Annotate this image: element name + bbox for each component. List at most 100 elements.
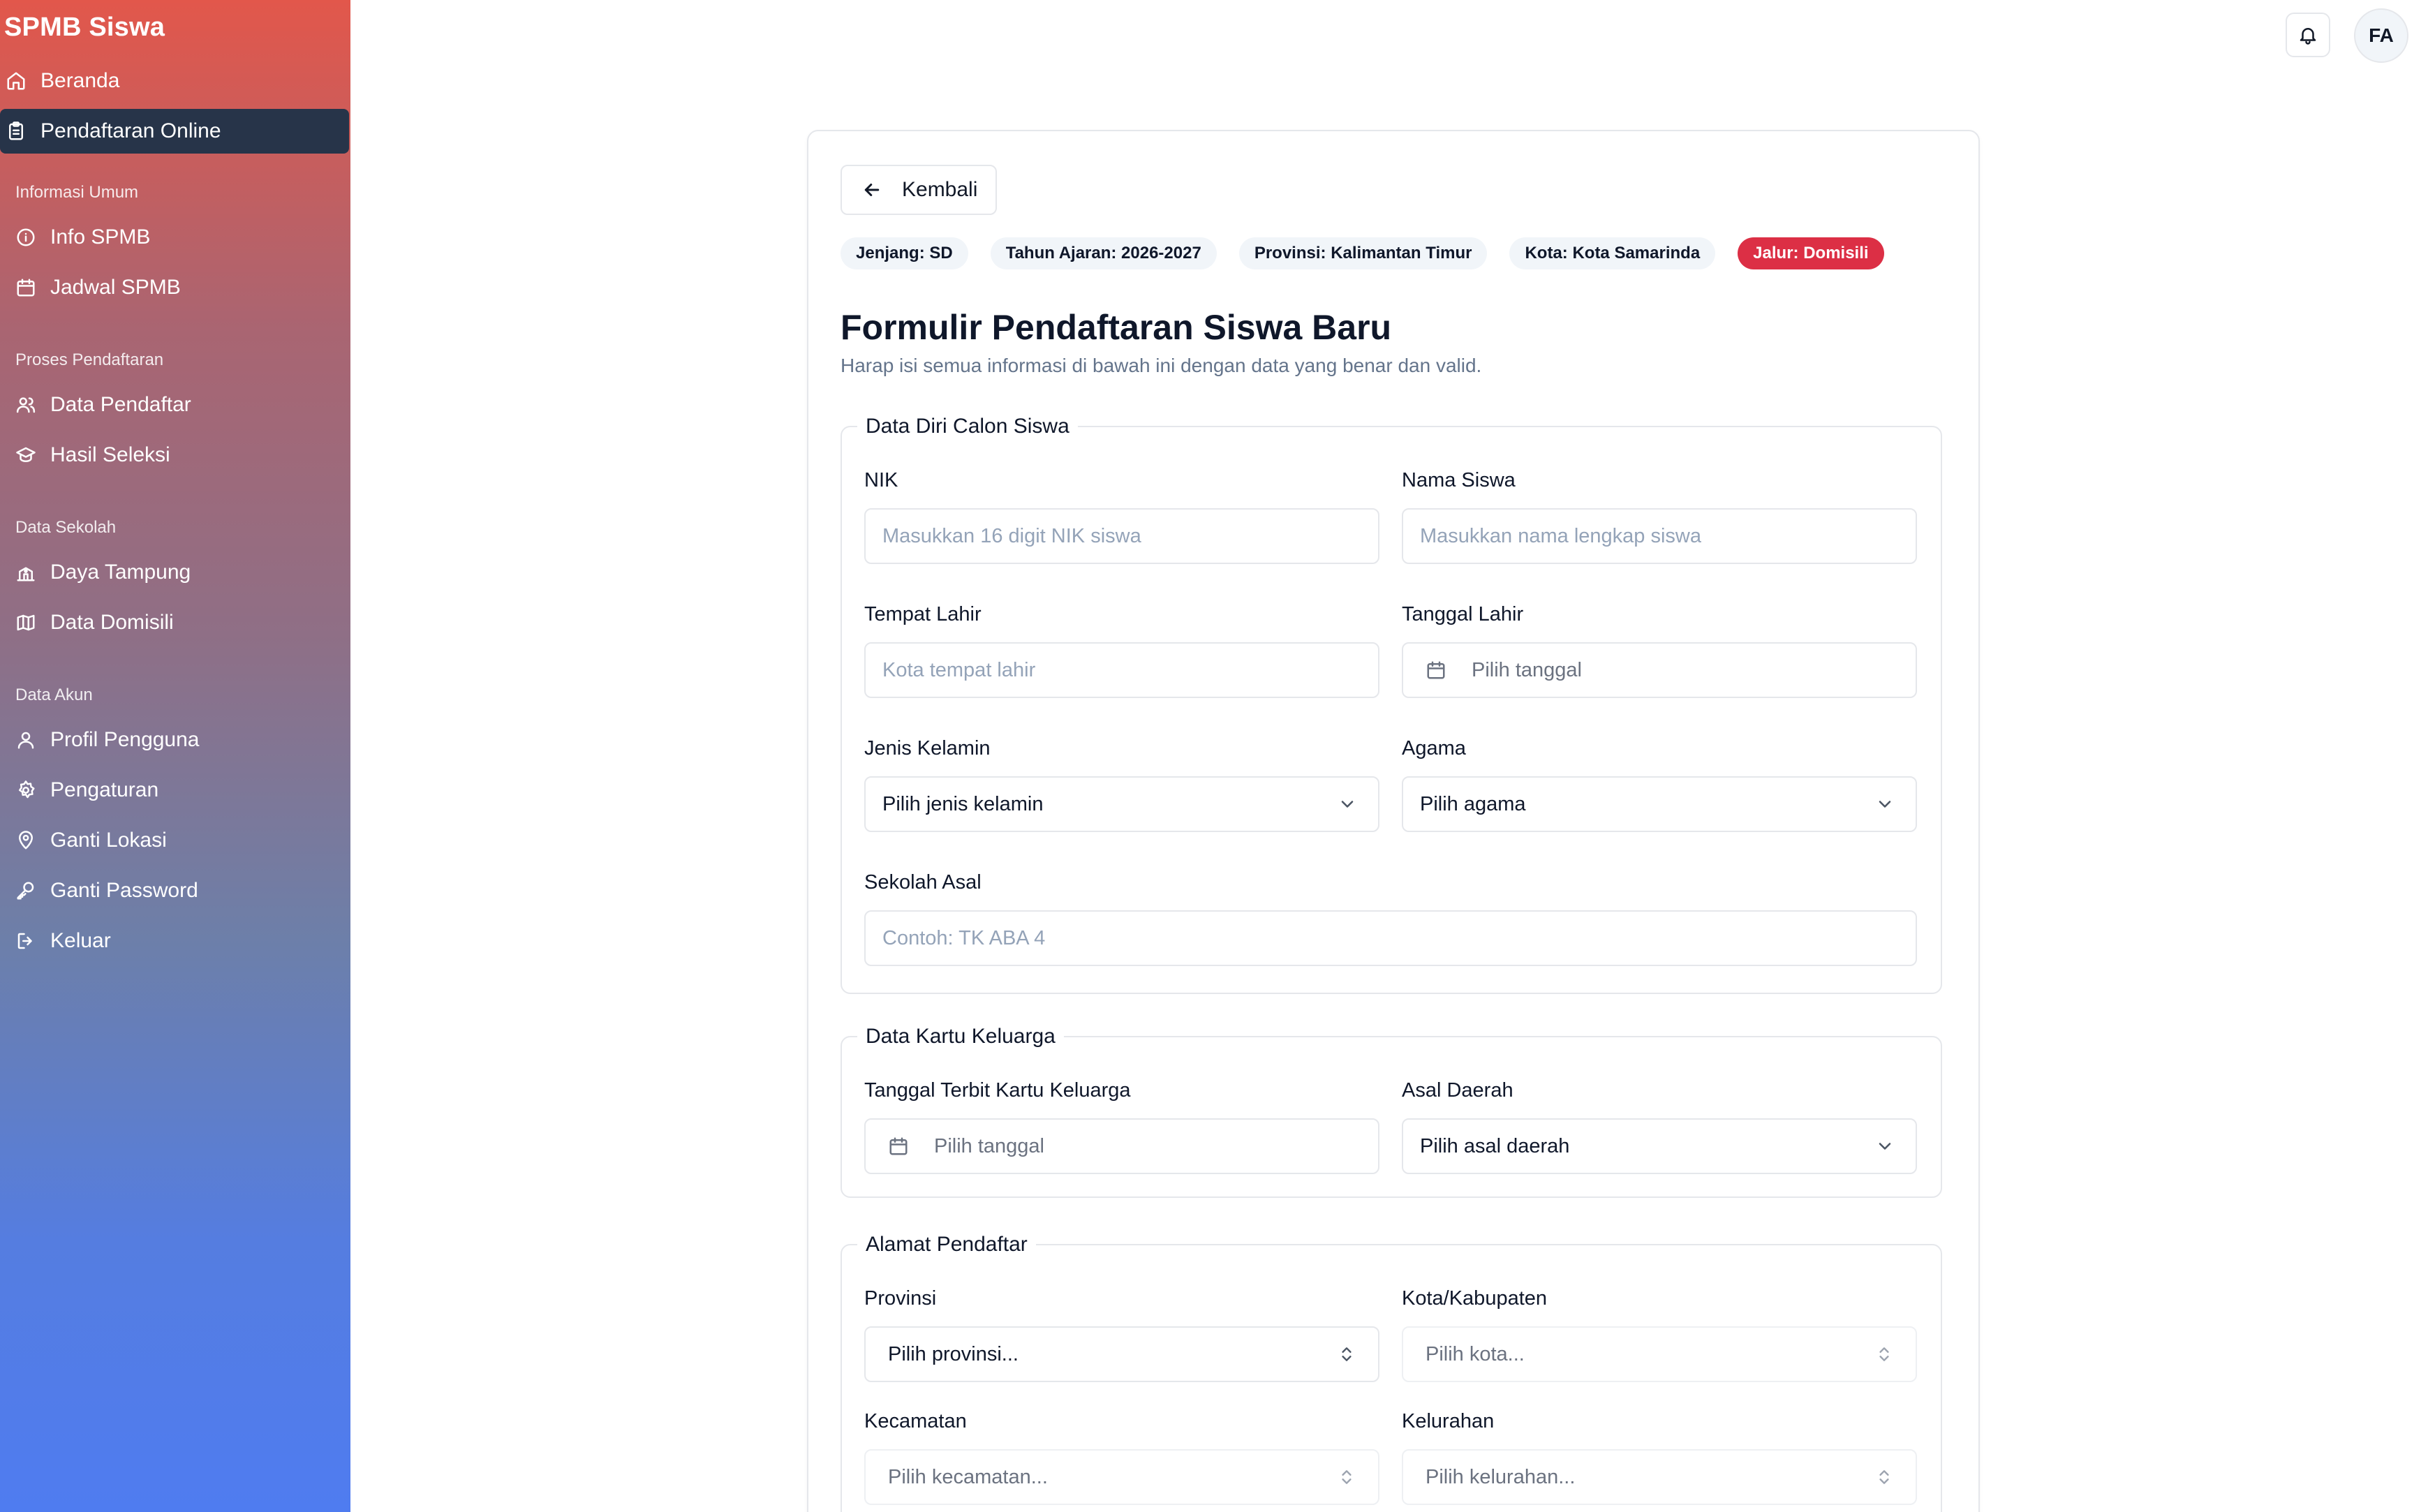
kelurahan-label: Kelurahan — [1402, 1410, 1495, 1432]
sidebar-item-label: Data Pendaftar — [50, 393, 191, 416]
tempat-lahir-field — [864, 642, 1379, 698]
sidebar-item-label: Beranda — [40, 69, 120, 92]
sidebar-item-label: Profil Pengguna — [50, 728, 200, 751]
sidebar-item-label: Jadwal SPMB — [50, 276, 181, 299]
section-label-data-sekolah: Data Sekolah — [15, 518, 117, 537]
sidebar-item-beranda[interactable]: Beranda — [0, 59, 350, 103]
sekolah-asal-input[interactable] — [882, 912, 1916, 965]
asal-daerah-select[interactable]: Pilih asal daerah — [1402, 1118, 1917, 1174]
kelurahan-combobox[interactable]: Pilih kelurahan... — [1402, 1449, 1917, 1505]
nama-siswa-input[interactable] — [1420, 510, 1916, 563]
chip-provinsi: Provinsi: Kalimantan Timur — [1238, 237, 1488, 269]
map-icon — [14, 611, 38, 635]
chevrons-up-down-icon — [1875, 1345, 1893, 1363]
arrow-left-icon — [861, 179, 902, 200]
kelurahan-value: Pilih kelurahan... — [1426, 1465, 1576, 1488]
back-button[interactable]: Kembali — [841, 165, 997, 215]
chevrons-up-down-icon — [1875, 1468, 1893, 1486]
sidebar-item-label: Pengaturan — [50, 778, 159, 801]
sidebar-item-ganti-password[interactable]: Ganti Password — [0, 868, 350, 913]
chevron-down-icon — [1875, 794, 1895, 814]
provinsi-label: Provinsi — [864, 1287, 937, 1310]
home-icon — [4, 69, 28, 93]
fieldset-legend: Data Diri Calon Siswa — [866, 415, 1069, 438]
page-title: Formulir Pendaftaran Siswa Baru — [841, 308, 1392, 347]
kecamatan-combobox[interactable]: Pilih kecamatan... — [864, 1449, 1379, 1505]
tanggal-terbit-kk-picker[interactable]: Pilih tanggal — [864, 1118, 1379, 1174]
kecamatan-label: Kecamatan — [864, 1410, 967, 1432]
section-label-data-akun: Data Akun — [15, 685, 93, 704]
gear-icon — [14, 778, 38, 802]
sidebar-item-label: Pendaftaran Online — [40, 119, 221, 142]
jenis-kelamin-label: Jenis Kelamin — [864, 737, 991, 759]
info-icon — [14, 225, 38, 249]
notification-button[interactable] — [2286, 13, 2330, 57]
sidebar-item-profil-pengguna[interactable]: Profil Pengguna — [0, 718, 350, 762]
tanggal-lahir-label: Tanggal Lahir — [1402, 603, 1524, 625]
chip-jenjang: Jenjang: SD — [841, 237, 968, 269]
sekolah-asal-field — [864, 910, 1917, 966]
chevrons-up-down-icon — [1338, 1468, 1356, 1486]
calendar-icon — [1426, 660, 1472, 681]
tanggal-terbit-kk-placeholder: Pilih tanggal — [934, 1134, 1044, 1157]
sidebar-item-label: Ganti Password — [50, 879, 198, 902]
clipboard-icon — [4, 119, 28, 143]
tempat-lahir-label: Tempat Lahir — [864, 603, 982, 625]
agama-value: Pilih agama — [1420, 792, 1526, 815]
sidebar-item-pengaturan[interactable]: Pengaturan — [0, 768, 350, 813]
asal-daerah-label: Asal Daerah — [1402, 1079, 1513, 1102]
nama-siswa-label: Nama Siswa — [1402, 469, 1516, 491]
tanggal-lahir-placeholder: Pilih tanggal — [1472, 658, 1582, 681]
fieldset-data-diri: Data Diri Calon Siswa — [841, 415, 1942, 994]
tanggal-lahir-picker[interactable]: Pilih tanggal — [1402, 642, 1917, 698]
sidebar-item-data-pendaftar[interactable]: Data Pendaftar — [0, 383, 350, 427]
kota-combobox[interactable]: Pilih kota... — [1402, 1326, 1917, 1382]
logout-icon — [14, 929, 38, 953]
kota-value: Pilih kota... — [1426, 1342, 1525, 1365]
sidebar-item-label: Ganti Lokasi — [50, 829, 167, 852]
sidebar-item-info-spmb[interactable]: Info SPMB — [0, 215, 350, 260]
sidebar-item-daya-tampung[interactable]: Daya Tampung — [0, 550, 350, 595]
fieldset-legend: Alamat Pendaftar — [866, 1233, 1028, 1256]
sidebar-item-label: Data Domisili — [50, 611, 174, 634]
key-icon — [14, 879, 38, 903]
map-pin-icon — [14, 829, 38, 852]
chip-jalur: Jalur: Domisili — [1738, 237, 1884, 269]
sidebar-item-jadwal-spmb[interactable]: Jadwal SPMB — [0, 265, 350, 310]
back-button-label: Kembali — [902, 178, 978, 201]
chip-tahun-ajaran: Tahun Ajaran: 2026-2027 — [990, 237, 1217, 269]
users-icon — [14, 393, 38, 417]
provinsi-value: Pilih provinsi... — [888, 1342, 1019, 1365]
page-subtitle: Harap isi semua informasi di bawah ini d… — [841, 355, 1482, 376]
school-icon — [14, 561, 38, 584]
asal-daerah-value: Pilih asal daerah — [1420, 1134, 1570, 1157]
jenis-kelamin-select[interactable]: Pilih jenis kelamin — [864, 776, 1379, 832]
agama-label: Agama — [1402, 737, 1466, 759]
nik-label: NIK — [864, 469, 898, 491]
chip-kota: Kota: Kota Samarinda — [1509, 237, 1716, 269]
kota-label: Kota/Kabupaten — [1402, 1287, 1548, 1310]
avatar[interactable]: FA — [2354, 8, 2408, 63]
section-label-informasi-umum: Informasi Umum — [15, 183, 139, 202]
nama-siswa-field — [1402, 508, 1917, 564]
sidebar-item-ganti-lokasi[interactable]: Ganti Lokasi — [0, 818, 350, 863]
tempat-lahir-input[interactable] — [882, 644, 1378, 697]
fieldset-legend: Data Kartu Keluarga — [866, 1025, 1056, 1048]
nik-field — [864, 508, 1379, 564]
sidebar-item-pendaftaran-online[interactable]: Pendaftaran Online — [0, 109, 349, 154]
sidebar-item-hasil-seleksi[interactable]: Hasil Seleksi — [0, 433, 350, 477]
app-title: SPMB Siswa — [4, 13, 165, 42]
section-label-proses-pendaftaran: Proses Pendaftaran — [15, 350, 164, 369]
sidebar-item-label: Daya Tampung — [50, 561, 191, 584]
sidebar-item-data-domisili[interactable]: Data Domisili — [0, 600, 350, 645]
agama-select[interactable]: Pilih agama — [1402, 776, 1917, 832]
provinsi-combobox[interactable]: Pilih provinsi... — [864, 1326, 1379, 1382]
graduation-cap-icon — [14, 443, 38, 467]
chevron-down-icon — [1875, 1136, 1895, 1156]
user-icon — [14, 728, 38, 752]
sidebar-item-keluar[interactable]: Keluar — [0, 919, 350, 963]
kecamatan-value: Pilih kecamatan... — [888, 1465, 1048, 1488]
calendar-icon — [14, 276, 38, 299]
nik-input[interactable] — [882, 510, 1378, 563]
filter-chips: Jenjang: SD Tahun Ajaran: 2026-2027 Prov… — [841, 237, 1884, 269]
